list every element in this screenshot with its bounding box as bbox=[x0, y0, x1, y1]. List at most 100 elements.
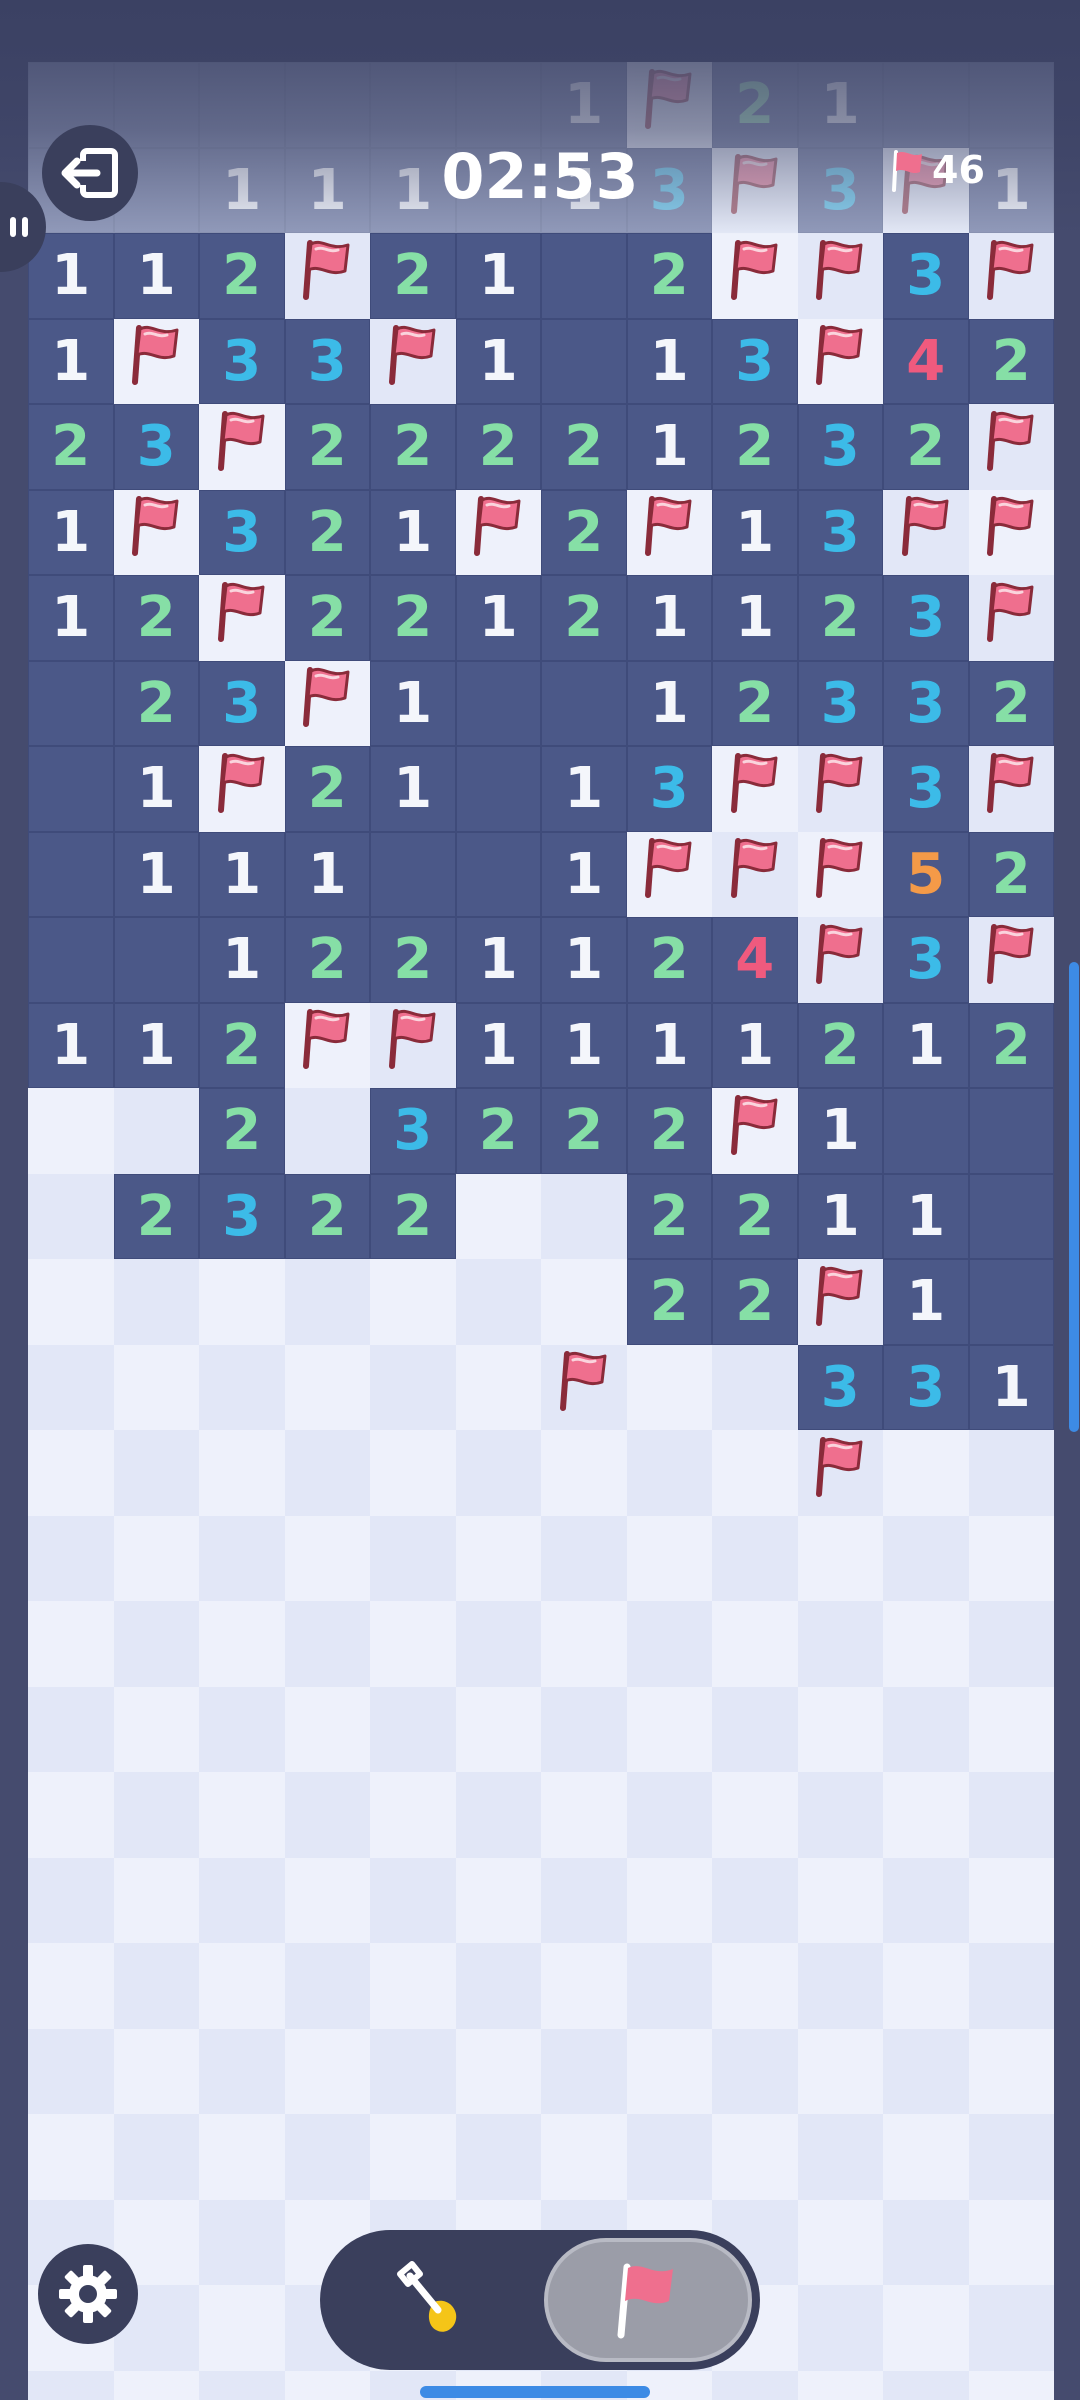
number-cell[interactable]: 2 bbox=[541, 575, 627, 661]
hidden-cell[interactable] bbox=[797, 1515, 883, 1601]
number-cell[interactable]: 1 bbox=[968, 1344, 1054, 1430]
hidden-cell[interactable] bbox=[712, 2028, 798, 2114]
number-cell[interactable]: 3 bbox=[199, 1173, 285, 1259]
number-cell[interactable]: 1 bbox=[883, 1259, 969, 1345]
hidden-cell[interactable] bbox=[455, 1430, 541, 1516]
number-cell[interactable]: 2 bbox=[626, 1259, 712, 1345]
hidden-cell[interactable] bbox=[284, 1686, 370, 1772]
number-cell[interactable]: 2 bbox=[712, 404, 798, 490]
hidden-cell[interactable] bbox=[626, 2114, 712, 2200]
hidden-cell[interactable] bbox=[883, 1686, 969, 1772]
hidden-cell[interactable] bbox=[968, 2199, 1054, 2285]
number-cell[interactable]: 1 bbox=[626, 575, 712, 661]
hidden-cell[interactable] bbox=[113, 1772, 199, 1858]
hidden-cell[interactable] bbox=[883, 2199, 969, 2285]
empty-cell[interactable] bbox=[284, 62, 370, 148]
flagged-cell[interactable] bbox=[370, 318, 456, 404]
empty-cell[interactable] bbox=[113, 62, 199, 148]
hidden-cell[interactable] bbox=[28, 1173, 114, 1259]
number-cell[interactable]: 2 bbox=[626, 1173, 712, 1259]
number-cell[interactable]: 1 bbox=[626, 404, 712, 490]
hidden-cell[interactable] bbox=[28, 1943, 114, 2029]
flagged-cell[interactable] bbox=[541, 1344, 627, 1430]
number-cell[interactable]: 2 bbox=[541, 1088, 627, 1174]
number-cell[interactable]: 2 bbox=[370, 404, 456, 490]
hidden-cell[interactable] bbox=[541, 1430, 627, 1516]
hidden-cell[interactable] bbox=[28, 2370, 114, 2400]
hidden-cell[interactable] bbox=[113, 1344, 199, 1430]
number-cell[interactable]: 1 bbox=[541, 62, 627, 148]
hidden-cell[interactable] bbox=[455, 1857, 541, 1943]
scrollbar[interactable] bbox=[1069, 962, 1079, 1432]
empty-cell[interactable] bbox=[541, 660, 627, 746]
empty-cell[interactable] bbox=[455, 831, 541, 917]
number-cell[interactable]: 3 bbox=[370, 1088, 456, 1174]
hidden-cell[interactable] bbox=[712, 1430, 798, 1516]
number-cell[interactable]: 3 bbox=[883, 233, 969, 319]
hidden-cell[interactable] bbox=[370, 2028, 456, 2114]
hidden-cell[interactable] bbox=[455, 1772, 541, 1858]
hidden-cell[interactable] bbox=[541, 2028, 627, 2114]
number-cell[interactable]: 3 bbox=[199, 318, 285, 404]
number-cell[interactable]: 2 bbox=[113, 660, 199, 746]
number-cell[interactable]: 2 bbox=[284, 917, 370, 1003]
hidden-cell[interactable] bbox=[199, 1515, 285, 1601]
hidden-cell[interactable] bbox=[199, 1344, 285, 1430]
number-cell[interactable]: 1 bbox=[284, 147, 370, 233]
hidden-cell[interactable] bbox=[113, 2028, 199, 2114]
number-cell[interactable]: 3 bbox=[199, 660, 285, 746]
number-cell[interactable]: 2 bbox=[284, 404, 370, 490]
flagged-cell[interactable] bbox=[797, 1259, 883, 1345]
empty-cell[interactable] bbox=[968, 1173, 1054, 1259]
hidden-cell[interactable] bbox=[284, 1344, 370, 1430]
hidden-cell[interactable] bbox=[28, 2028, 114, 2114]
hidden-cell[interactable] bbox=[626, 2028, 712, 2114]
hidden-cell[interactable] bbox=[541, 1772, 627, 1858]
hidden-cell[interactable] bbox=[541, 1259, 627, 1345]
flagged-cell[interactable] bbox=[797, 746, 883, 832]
hidden-cell[interactable] bbox=[28, 1088, 114, 1174]
hidden-cell[interactable] bbox=[968, 1943, 1054, 2029]
hidden-cell[interactable] bbox=[284, 1430, 370, 1516]
empty-cell[interactable] bbox=[455, 746, 541, 832]
empty-cell[interactable] bbox=[455, 660, 541, 746]
hidden-cell[interactable] bbox=[541, 2114, 627, 2200]
hidden-cell[interactable] bbox=[968, 1857, 1054, 1943]
number-cell[interactable]: 2 bbox=[28, 404, 114, 490]
empty-cell[interactable] bbox=[883, 1088, 969, 1174]
number-cell[interactable]: 2 bbox=[626, 917, 712, 1003]
hidden-cell[interactable] bbox=[455, 1601, 541, 1687]
number-cell[interactable]: 3 bbox=[712, 318, 798, 404]
hidden-cell[interactable] bbox=[370, 1259, 456, 1345]
hidden-cell[interactable] bbox=[455, 1686, 541, 1772]
hidden-cell[interactable] bbox=[968, 1686, 1054, 1772]
hidden-cell[interactable] bbox=[883, 1601, 969, 1687]
number-cell[interactable]: 2 bbox=[199, 1002, 285, 1088]
number-cell[interactable]: 2 bbox=[199, 1088, 285, 1174]
hidden-cell[interactable] bbox=[28, 1686, 114, 1772]
hidden-cell[interactable] bbox=[883, 2028, 969, 2114]
number-cell[interactable]: 3 bbox=[626, 746, 712, 832]
number-cell[interactable]: 1 bbox=[455, 1002, 541, 1088]
number-cell[interactable]: 1 bbox=[626, 1002, 712, 1088]
hidden-cell[interactable] bbox=[455, 1344, 541, 1430]
number-cell[interactable]: 3 bbox=[113, 404, 199, 490]
number-cell[interactable]: 3 bbox=[797, 660, 883, 746]
number-cell[interactable]: 2 bbox=[284, 1173, 370, 1259]
flagged-cell[interactable] bbox=[883, 489, 969, 575]
hidden-cell[interactable] bbox=[883, 1857, 969, 1943]
flagged-cell[interactable] bbox=[370, 1002, 456, 1088]
empty-cell[interactable] bbox=[28, 917, 114, 1003]
number-cell[interactable]: 2 bbox=[455, 1088, 541, 1174]
hidden-cell[interactable] bbox=[797, 2199, 883, 2285]
hidden-cell[interactable] bbox=[284, 1259, 370, 1345]
hidden-cell[interactable] bbox=[370, 1772, 456, 1858]
empty-cell[interactable] bbox=[968, 1088, 1054, 1174]
hidden-cell[interactable] bbox=[113, 1259, 199, 1345]
flagged-cell[interactable] bbox=[968, 233, 1054, 319]
hidden-cell[interactable] bbox=[284, 2114, 370, 2200]
number-cell[interactable]: 1 bbox=[28, 318, 114, 404]
number-cell[interactable]: 1 bbox=[199, 917, 285, 1003]
hidden-cell[interactable] bbox=[541, 1173, 627, 1259]
hidden-cell[interactable] bbox=[284, 2370, 370, 2400]
